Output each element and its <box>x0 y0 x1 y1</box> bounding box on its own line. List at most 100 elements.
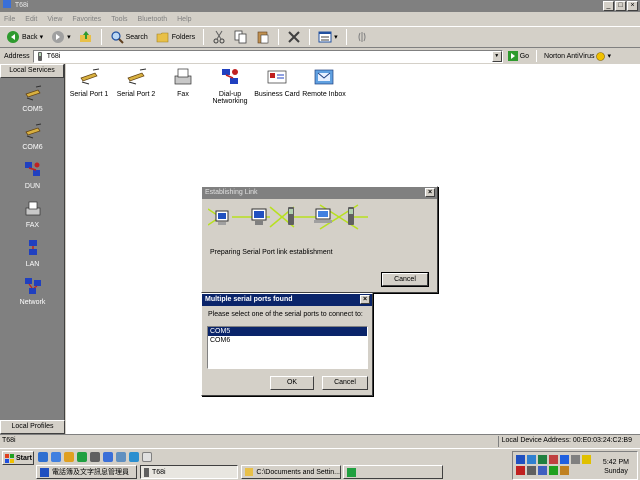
printer-icon[interactable] <box>527 466 536 475</box>
monitor-icon <box>251 208 267 225</box>
establishing-link-close-button[interactable]: × <box>425 188 435 197</box>
task-phonebook-manager[interactable]: 電話簿及文字訊息管理員 <box>36 465 137 479</box>
serial-port-icon <box>80 68 100 85</box>
outlook-icon[interactable] <box>51 452 61 462</box>
clock-icon[interactable] <box>142 452 152 462</box>
fax-icon <box>174 68 192 85</box>
toolbar-separator <box>278 29 280 45</box>
keyboard-icon[interactable] <box>516 455 525 464</box>
task-documents-folder[interactable]: C:\Documents and Settin... <box>241 465 341 479</box>
service-fax[interactable]: Fax <box>158 68 208 98</box>
sidebar-item-lan[interactable]: LAN <box>0 239 65 268</box>
back-dropdown-icon[interactable]: ▾ <box>40 33 44 41</box>
menu-edit[interactable]: Edit <box>25 16 37 23</box>
copy-button[interactable] <box>232 28 250 46</box>
establishing-link-titlebar[interactable]: Establishing Link × <box>202 187 437 199</box>
start-button[interactable]: Start <box>2 451 34 465</box>
inbox-icon <box>314 69 334 85</box>
menu-file[interactable]: File <box>4 16 15 23</box>
local-services-sidebar: Local Services COM5 COM6 DUN FAX LAN Net… <box>0 64 65 434</box>
search-button[interactable]: Search <box>108 28 150 46</box>
serial-port-icon <box>127 68 147 85</box>
pc-icon <box>215 210 229 225</box>
maximize-button[interactable]: □ <box>615 1 626 11</box>
sidebar-item-fax[interactable]: FAX <box>0 200 65 229</box>
views-dropdown-icon[interactable]: ▾ <box>334 33 338 41</box>
address-bar: Address T68i ▼ Go Norton AntiVirus ▾ <box>0 48 640 64</box>
menu-tools[interactable]: Tools <box>111 16 127 23</box>
serial-ports-listbox[interactable]: COM5 COM6 <box>207 326 368 369</box>
link-cancel-button[interactable]: Cancel <box>381 272 429 287</box>
local-profiles-header[interactable]: Local Profiles <box>0 420 65 434</box>
menu-bluetooth[interactable]: Bluetooth <box>138 16 168 23</box>
close-button[interactable]: × <box>627 1 638 11</box>
media-icon[interactable] <box>77 452 87 462</box>
phone-icon <box>144 467 149 477</box>
pen-icon[interactable] <box>64 452 74 462</box>
search-icon[interactable] <box>116 452 126 462</box>
security-icon[interactable] <box>516 466 525 475</box>
folders-button[interactable]: Folders <box>154 28 197 46</box>
minimize-button[interactable]: _ <box>603 1 614 11</box>
service-serial-port-2[interactable]: Serial Port 2 <box>111 68 161 98</box>
battery-icon[interactable] <box>549 466 558 475</box>
sidebar-item-network[interactable]: Network <box>0 277 65 306</box>
forward-button[interactable]: ▾ <box>49 28 73 46</box>
list-item-com6[interactable]: COM6 <box>208 336 367 345</box>
address-dropdown-button[interactable]: ▼ <box>491 50 502 62</box>
sidebar-item-dun[interactable]: DUN <box>0 161 65 190</box>
serial-ports-close-button[interactable]: × <box>360 295 370 304</box>
back-button[interactable]: Back ▾ <box>4 28 45 46</box>
local-services-header[interactable]: Local Services <box>0 64 64 78</box>
sidebar-item-com5[interactable]: COM5 <box>0 84 65 113</box>
go-button[interactable]: Go <box>506 50 531 63</box>
ok-button[interactable]: OK <box>270 376 314 390</box>
bluetooth-icon[interactable] <box>560 455 569 464</box>
serial-ports-titlebar[interactable]: Multiple serial ports found × <box>202 294 372 306</box>
norton-dropdown-icon[interactable]: ▾ <box>607 52 611 60</box>
status-divider <box>498 436 499 447</box>
list-item-com5[interactable]: COM5 <box>208 327 367 336</box>
monitor-icon[interactable] <box>527 455 536 464</box>
clock[interactable]: 5:42 PM Sunday <box>603 458 629 476</box>
phone-app-icon[interactable] <box>103 452 113 462</box>
address-input[interactable]: T68i ▼ <box>32 49 503 63</box>
toolbar-separator <box>309 29 311 45</box>
menu-help[interactable]: Help <box>177 16 191 23</box>
settings-icon[interactable] <box>90 452 100 462</box>
wireless-icon[interactable] <box>538 466 547 475</box>
serial-port-icon <box>24 123 41 139</box>
antivirus-icon[interactable] <box>582 455 591 464</box>
paste-button[interactable] <box>254 28 272 46</box>
delete-button[interactable] <box>285 28 303 46</box>
system-tray: 5:42 PM Sunday <box>512 451 638 480</box>
service-remote-inbox[interactable]: Remote Inbox <box>299 68 349 98</box>
service-dial-up-networking[interactable]: Dial-up Networking <box>205 68 255 105</box>
sidebar-item-com6[interactable]: COM6 <box>0 122 65 151</box>
task-unnamed[interactable] <box>343 465 443 479</box>
quick-launch <box>38 452 152 462</box>
window-titlebar[interactable]: T68i _ □ × <box>0 0 640 12</box>
sync-icon[interactable] <box>560 466 569 475</box>
ie-icon[interactable] <box>38 452 48 462</box>
cut-button[interactable] <box>210 28 228 46</box>
views-button[interactable]: ▾ <box>316 28 340 46</box>
task-t68i[interactable]: T68i <box>140 465 238 479</box>
bluetooth-button[interactable] <box>353 28 371 46</box>
pen-icon[interactable] <box>549 455 558 464</box>
ports-cancel-button[interactable]: Cancel <box>322 376 368 390</box>
paste-icon <box>257 31 269 44</box>
globe-icon[interactable] <box>129 452 139 462</box>
up-folder-button[interactable] <box>77 28 95 46</box>
service-business-card[interactable]: Business Card <box>252 68 302 98</box>
link-animation <box>208 204 368 230</box>
forward-dropdown-icon[interactable]: ▾ <box>67 33 71 41</box>
windows-logo-icon <box>5 453 14 463</box>
norton-antivirus-button[interactable]: Norton AntiVirus ▾ <box>542 50 613 63</box>
toolbar-separator <box>203 29 205 45</box>
menu-favorites[interactable]: Favorites <box>72 16 101 23</box>
network-icon[interactable] <box>538 455 547 464</box>
service-serial-port-1[interactable]: Serial Port 1 <box>64 68 114 98</box>
menu-view[interactable]: View <box>47 16 62 23</box>
volume-icon[interactable] <box>571 455 580 464</box>
